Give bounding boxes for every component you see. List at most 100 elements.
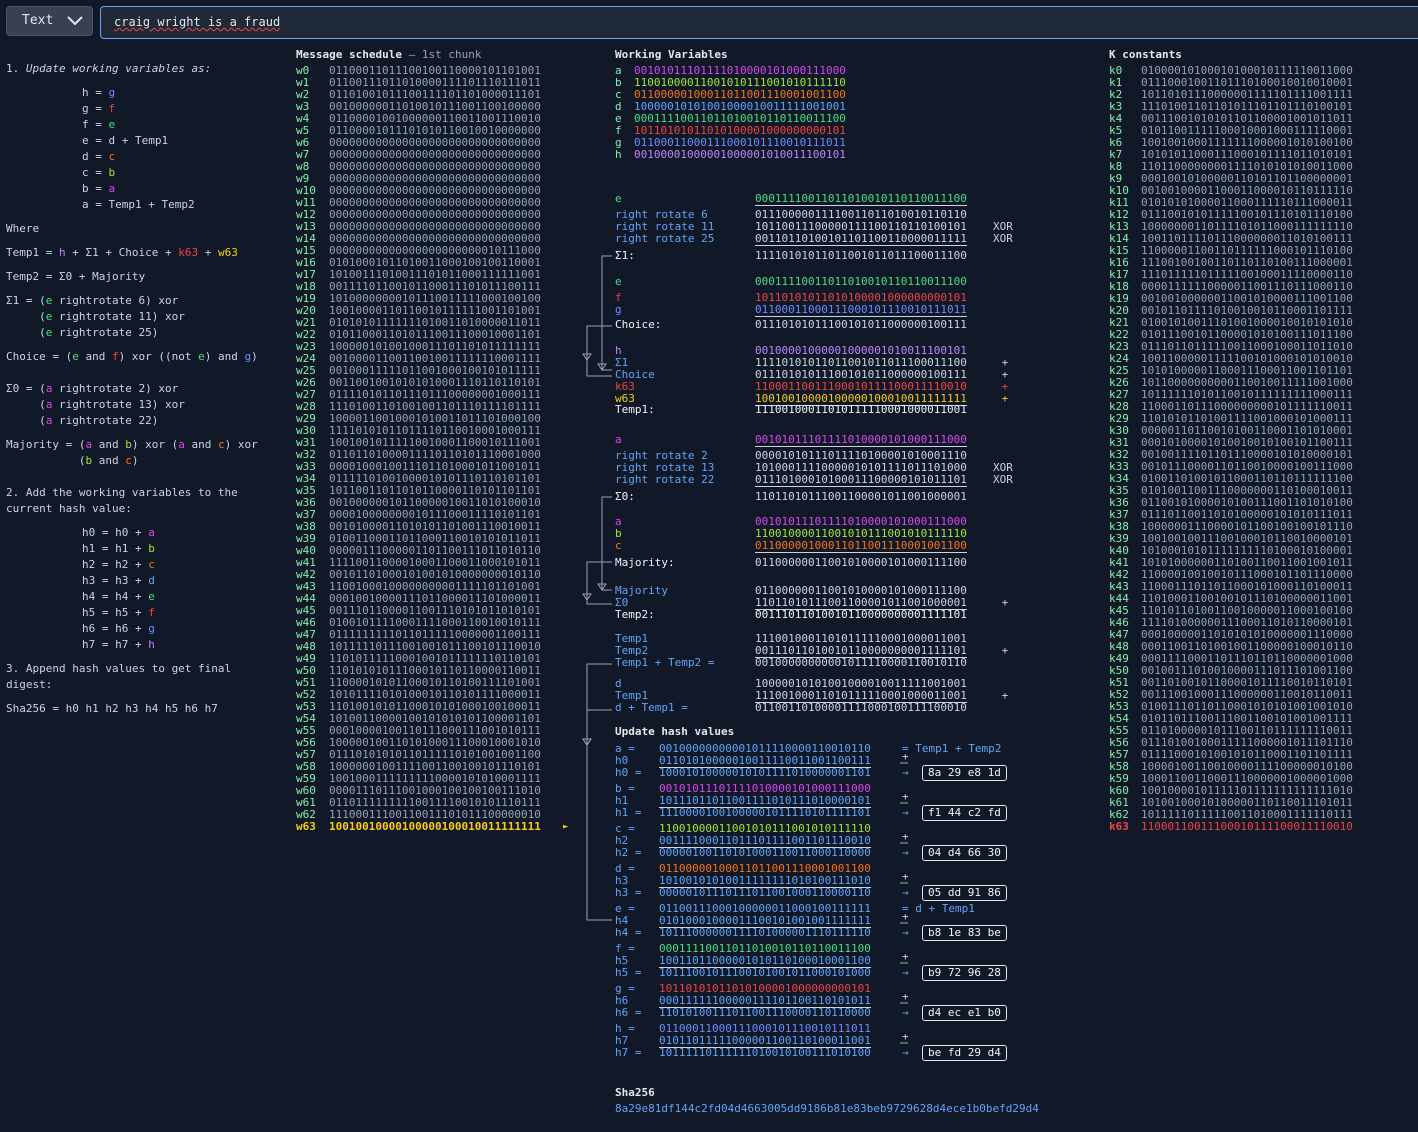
step1-text: Update working variables as: [25,62,212,75]
assign-target: e = [82,134,109,147]
assign-line: b = a [82,183,115,195]
sigma1-e-value: 00011110011011010010110110011100 [755,192,967,206]
update-plus: + [902,910,909,923]
assign-source: b [108,166,116,179]
formula-line: Majority = (a and b) xor (a and c) xor [6,438,258,451]
temp2-result-value: 00111011010010110000000001111101 [755,608,967,621]
step1-heading: 1. Update working variables as: [6,63,211,75]
hash-add-line: h7 = h7 + h [82,639,155,651]
update-plus: + [902,750,909,763]
schedule-arrow-icon: ► [563,822,569,832]
sigma0-rot22-label: right rotate 22 [615,473,715,486]
step3-heading-line1: 3. Append hash values to get final [6,662,232,675]
update-title: Update hash values [615,725,735,738]
update-res-bits: 11010100111011001110000110110000 [659,1006,871,1019]
flow-line [586,663,612,745]
update-plus: + [902,950,909,963]
hash-hex-box: f1 44 c2 fd [922,805,1007,821]
arrow-right-icon: → [902,806,909,819]
update-res-label: h6 = [615,1006,642,1019]
assign-target: g = [82,102,109,115]
update-res-bits: 11100001001000001011110101111101 [659,806,871,819]
arrow-down-icon [582,593,592,601]
temp2-plus: + [995,596,1009,609]
hash-add-left: h0 = h0 + [82,526,149,539]
arrow-down-icon [582,353,592,361]
arrow-down-icon [597,583,607,591]
assign-target: a = [82,198,109,211]
formula-line: (a rightrotate 13) xor [6,398,185,411]
hash-add-var: g [148,622,155,635]
hash-hex-box: b9 72 96 28 [922,965,1007,981]
update-plus: + [902,1030,909,1043]
sigma0-a-value: 00101011101111010000101000111000 [755,433,967,447]
majority-result-value: 01100000011001010000101000111100 [755,556,967,569]
hash-hex-box: 04 d4 66 30 [922,845,1007,861]
hash-add-var: e [148,590,155,603]
hash-add-line: h4 = h4 + e [82,591,155,603]
arrow-right-icon: → [902,1046,909,1059]
sigma1-rot25-operator: XOR [993,232,1013,245]
update-res-label: h1 = [615,806,642,819]
sha256-label: Sha256 [615,1086,655,1099]
working-title: Working Variables [615,48,728,61]
hash-add-var: c [148,558,155,571]
update-res-label: h5 = [615,966,642,979]
k-row-bits: 11000110011100010111100011110010 [1141,820,1353,833]
assign-target: c = [82,166,109,179]
assign-source: c [108,150,116,163]
arrow-right-icon: → [902,966,909,979]
hash-add-line: h0 = h0 + a [82,527,155,539]
choice-g-label: g [615,303,622,316]
assign-source: g [108,86,116,99]
flow-line [586,360,612,377]
hash-add-line: h1 = h1 + b [82,543,155,555]
sigma1-rot25-value: 00110110100101101100110000011111 [755,232,967,246]
hash-add-left: h7 = h7 + [82,638,149,651]
assign-target: b = [82,182,109,195]
arrow-right-icon: → [902,846,909,859]
sigma1-result-label: Σ1: [615,249,635,262]
flow-line [586,600,612,605]
flow-line [586,325,612,360]
choice-result-label: Choice: [615,318,662,331]
assign-source: e [108,118,116,131]
k-row-label: k63 [1109,820,1129,833]
assign-line: e = d + Temp1 [82,135,168,147]
assign-line: g = f [82,103,115,115]
formula-line: (b and c) [6,454,139,467]
k-title: K constants [1109,48,1182,61]
formula-line: Temp2 = Σ0 + Majority [6,270,146,283]
where-label: Where [6,222,40,235]
hash-hex-box: 05 dd 91 86 [922,885,1007,901]
step2-heading-line1: 2. Add the working variables to the [6,486,238,499]
sigma0-result-value: 11011010111001100001011001000001 [755,490,967,503]
hash-add-var: h [148,638,155,651]
sum12-plus: + [995,644,1009,657]
arrow-down-icon [582,738,592,746]
hash-add-line: h3 = h3 + d [82,575,155,587]
hash-add-left: h2 = h2 + [82,558,149,571]
temp1-result-label: Temp1: [615,403,655,416]
flow-line [601,496,612,591]
mode-select-label: Text [22,13,54,28]
step2-heading-line2: current hash value: [6,502,132,515]
update-res-bits: 10111000000111101000001110111110 [659,926,871,939]
hash-add-left: h1 = h1 + [82,542,149,555]
sha-formula: Sha256 = h0 h1 h2 h3 h4 h5 h6 h7 [6,702,218,715]
assign-source: f [108,102,116,115]
assign-line: c = b [82,167,115,179]
hash-add-var: f [148,606,155,619]
flow-line [586,561,612,600]
arrow-right-icon: → [902,886,909,899]
choice-e-value: 00011110011011010010110110011100 [755,275,967,288]
step3-heading-line2: digest: [6,678,53,691]
message-input[interactable]: craig wright is a fraud [100,6,1418,39]
assign-source: a [108,182,116,195]
choice-result-value: 01110101011100101011000000100111 [755,318,967,331]
majority-c-value: 01100000100011011001110001001100 [755,539,967,553]
assign-line: f = e [82,119,115,131]
formula-line: (e rightrotate 11) xor [6,310,185,323]
chevron-down-icon [67,16,83,26]
mode-select[interactable]: Text [6,6,93,36]
